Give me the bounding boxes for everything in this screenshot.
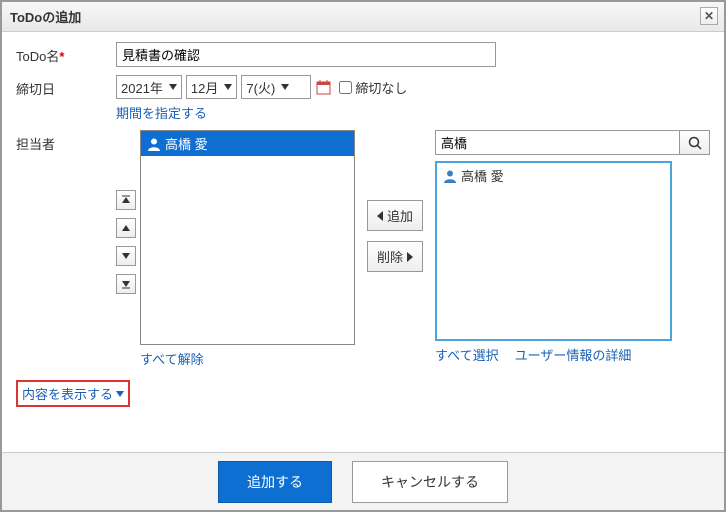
close-icon: ✕ — [704, 9, 714, 23]
year-value: 2021年 — [121, 78, 163, 97]
search-button[interactable] — [680, 130, 710, 155]
dialog-title: ToDoの追加 — [10, 7, 81, 26]
deselect-all-link[interactable]: すべて解除 — [140, 349, 204, 368]
calendar-icon[interactable] — [315, 79, 331, 95]
add-member-button[interactable]: 追加 — [367, 200, 423, 231]
label-assignee: 担当者 — [16, 130, 116, 368]
show-content-toggle[interactable]: 内容を表示する — [16, 380, 130, 407]
dialog-footer: 追加する キャンセルする — [2, 452, 724, 510]
move-bottom-button[interactable] — [116, 274, 136, 294]
no-deadline-checkbox[interactable]: 締切なし — [339, 78, 407, 97]
user-details-link[interactable]: ユーザー情報の詳細 — [515, 345, 632, 364]
required-marker: * — [59, 49, 64, 64]
no-deadline-input[interactable] — [339, 81, 352, 94]
day-select[interactable]: 7(火) — [241, 75, 311, 99]
remove-member-button[interactable]: 削除 — [367, 241, 423, 272]
member-name: 高橋 愛 — [461, 166, 504, 185]
month-value: 12月 — [191, 78, 218, 97]
label-deadline: 締切日 — [16, 75, 116, 122]
row-deadline: 締切日 2021年 12月 7(火) 締切なし 期間を指定する — [16, 75, 710, 122]
row-todo-name: ToDo名* — [16, 42, 710, 67]
move-up-button[interactable] — [116, 218, 136, 238]
selected-members-listbox[interactable]: 高橋 愛 — [140, 130, 355, 345]
list-item[interactable]: 高橋 愛 — [437, 163, 670, 188]
member-name: 高橋 愛 — [165, 134, 208, 153]
row-assignee: 担当者 高橋 愛 すべて解除 — [16, 130, 710, 368]
select-all-link[interactable]: すべて選択 — [435, 345, 499, 364]
no-deadline-label: 締切なし — [355, 78, 407, 97]
chevron-down-icon — [116, 391, 124, 397]
arrow-right-icon — [407, 252, 413, 262]
cancel-button[interactable]: キャンセルする — [352, 461, 508, 503]
deadline-label: 締切日 — [16, 82, 55, 97]
dialog-content: ToDo名* 締切日 2021年 12月 7(火) — [2, 32, 724, 411]
show-content-label: 内容を表示する — [22, 384, 113, 403]
add-btn-label: 追加 — [387, 206, 413, 225]
move-top-button[interactable] — [116, 190, 136, 210]
submit-button[interactable]: 追加する — [218, 461, 332, 503]
chevron-down-icon — [224, 84, 232, 90]
person-icon — [443, 169, 457, 183]
period-link[interactable]: 期間を指定する — [116, 103, 207, 122]
dialog-titlebar: ToDoの追加 ✕ — [2, 2, 724, 32]
search-input[interactable] — [435, 130, 680, 155]
chevron-down-icon — [281, 84, 289, 90]
todo-add-dialog: ToDoの追加 ✕ ToDo名* 締切日 2021年 12月 7(火) — [0, 0, 726, 512]
arrow-left-icon — [377, 211, 383, 221]
day-value: 7(火) — [246, 78, 275, 97]
close-button[interactable]: ✕ — [700, 7, 718, 25]
year-select[interactable]: 2021年 — [116, 75, 182, 99]
chevron-down-icon — [169, 84, 177, 90]
person-icon — [147, 137, 161, 151]
label-todo-name: ToDo名* — [16, 42, 116, 67]
remove-btn-label: 削除 — [377, 247, 403, 266]
todo-name-input[interactable] — [116, 42, 496, 67]
todo-name-label: ToDo名 — [16, 49, 59, 64]
list-item[interactable]: 高橋 愛 — [141, 131, 354, 156]
move-down-button[interactable] — [116, 246, 136, 266]
month-select[interactable]: 12月 — [186, 75, 237, 99]
assignee-label: 担当者 — [16, 137, 55, 152]
search-icon — [688, 136, 702, 150]
candidate-members-listbox[interactable]: 高橋 愛 — [435, 161, 672, 341]
